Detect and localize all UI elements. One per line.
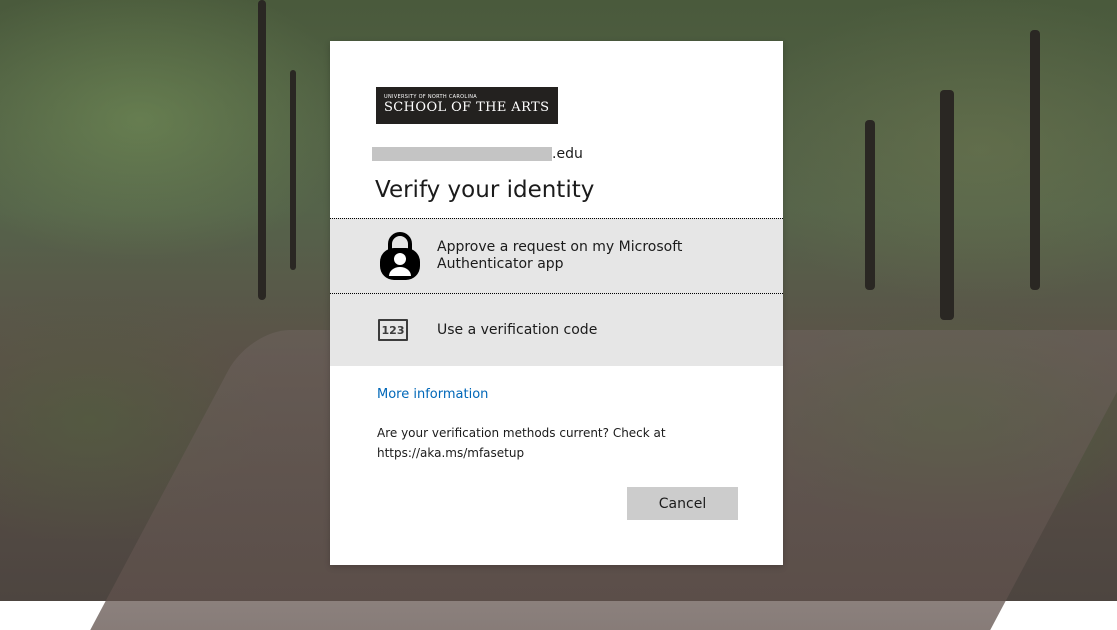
method-verification-code[interactable]: 123 Use a verification code [330,294,783,366]
method-authenticator-label: Approve a request on my Microsoft Authen… [437,239,683,272]
method-verification-code-label: Use a verification code [437,321,598,338]
account-identifier: .edu [372,145,583,163]
tree-trunk [940,90,954,320]
verification-code-icon: 123 [378,319,408,341]
redacted-username [372,147,552,161]
cancel-button[interactable]: Cancel [627,487,738,520]
verify-identity-dialog: UNIVERSITY OF NORTH CAROLINA SCHOOL OF T… [330,41,783,565]
lamp-post [290,70,296,270]
logo-name: SCHOOL OF THE ARTS [384,100,550,115]
more-information-link[interactable]: More information [377,387,488,402]
school-logo: UNIVERSITY OF NORTH CAROLINA SCHOOL OF T… [376,87,558,124]
lamp-post [258,0,266,300]
tree-trunk [865,120,875,290]
authenticator-lock-icon [378,230,422,282]
page-title: Verify your identity [375,177,595,203]
mfa-setup-notice: Are your verification methods current? C… [377,426,666,460]
method-authenticator-app[interactable]: Approve a request on my Microsoft Authen… [330,218,783,294]
tree-trunk [1030,30,1040,290]
account-domain-suffix: .edu [552,146,583,162]
